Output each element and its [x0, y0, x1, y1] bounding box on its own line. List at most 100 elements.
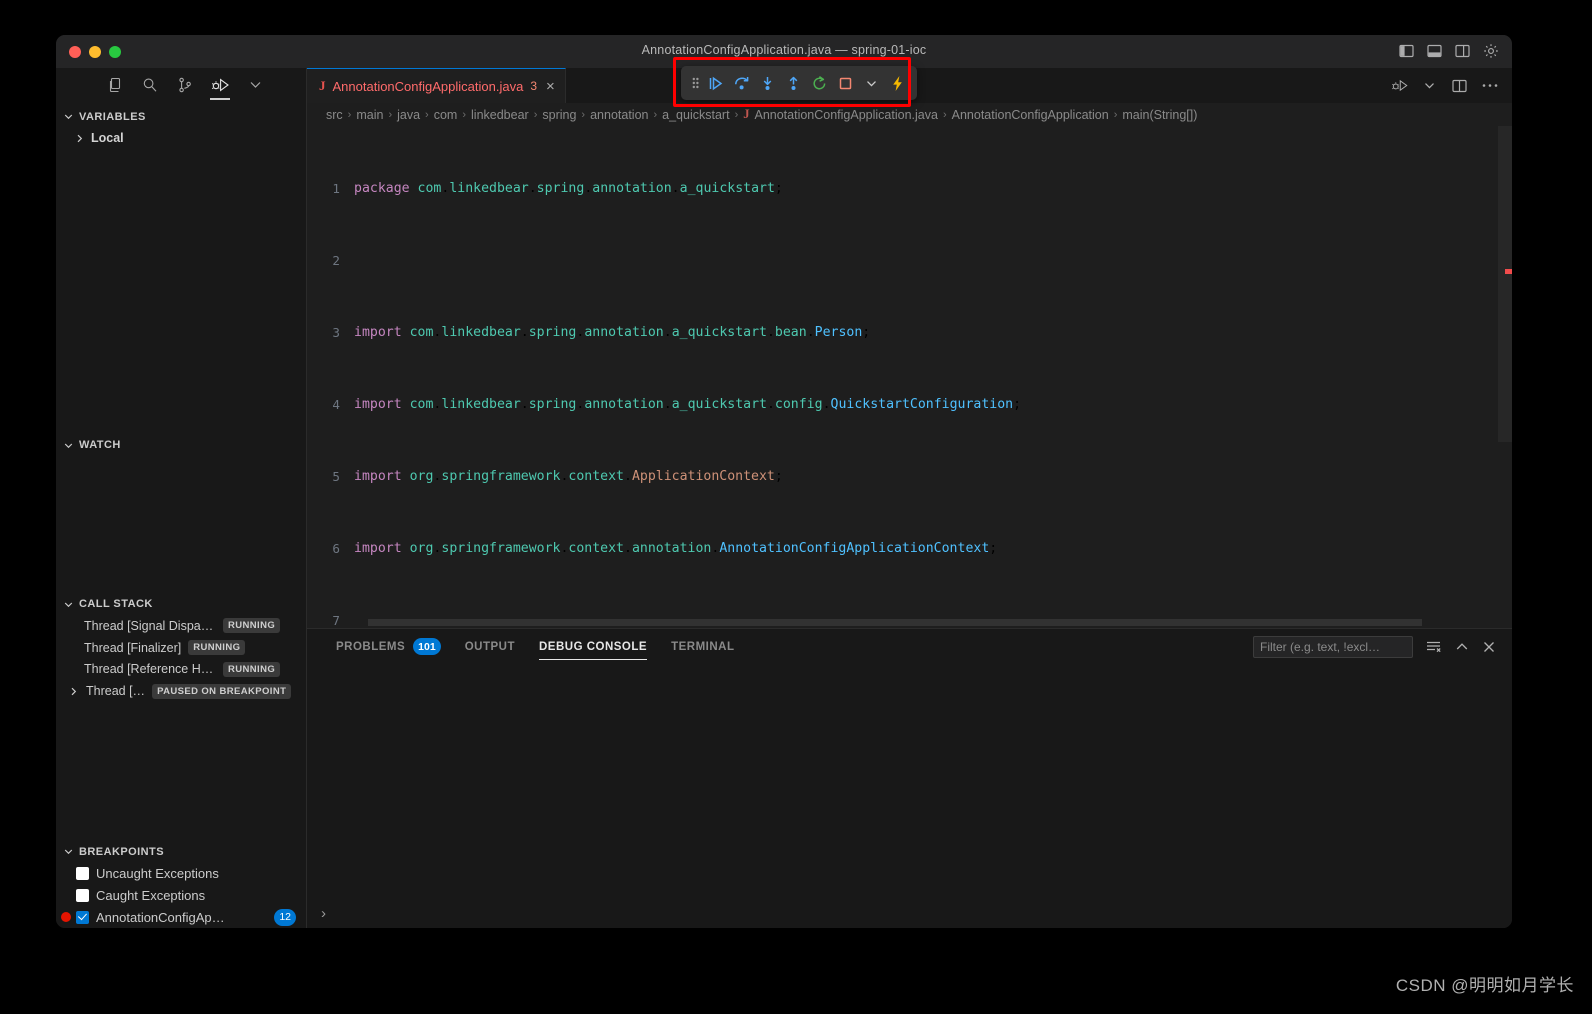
line-number: 5 — [332, 469, 340, 484]
chevron-down-icon — [63, 111, 74, 122]
breadcrumb-item[interactable]: linkedbear — [471, 108, 529, 122]
split-editor-icon[interactable] — [1451, 77, 1468, 94]
panel-tab-debug-console[interactable]: DEBUG CONSOLE — [527, 629, 659, 664]
step-out-icon[interactable] — [780, 70, 806, 96]
window-body: VARIABLES Local WATCH CALL STACK Thread … — [56, 68, 1512, 928]
breadcrumb-separator-icon: › — [388, 108, 393, 121]
debug-sidebar: VARIABLES Local WATCH CALL STACK Thread … — [56, 68, 307, 928]
chevron-down-icon — [63, 440, 74, 451]
breadcrumb-item-class[interactable]: AnnotationConfigApplication — [952, 108, 1109, 122]
breadcrumb-separator-icon: › — [1113, 108, 1118, 121]
close-panel-icon[interactable] — [1482, 640, 1496, 654]
step-into-icon[interactable] — [754, 70, 780, 96]
breadcrumb-item[interactable]: spring — [542, 108, 576, 122]
editor-actions-more-icon[interactable] — [1481, 77, 1498, 94]
section-breakpoints-header[interactable]: BREAKPOINTS — [56, 841, 306, 863]
chevron-right-icon — [74, 133, 85, 144]
watch-body-empty — [56, 456, 306, 593]
breadcrumb-item[interactable]: src — [326, 108, 343, 122]
line-number: 7 — [332, 613, 340, 628]
breadcrumb-separator-icon: › — [581, 108, 586, 121]
breakpoint-row-uncaught-exceptions[interactable]: Uncaught Exceptions — [56, 863, 306, 885]
watermark-text: CSDN @明明如月学长 — [1395, 976, 1574, 995]
thread-label: Thread [Signal Dispatc… — [84, 618, 216, 633]
panel-tab-problems[interactable]: PROBLEMS 101 — [324, 629, 453, 664]
drag-handle-icon[interactable] — [688, 70, 702, 96]
callstack-thread-row[interactable]: Thread [Signal Dispatc… RUNNING — [56, 615, 306, 637]
thread-label: Thread [… — [86, 684, 146, 699]
breakpoint-checkbox[interactable] — [76, 910, 89, 924]
console-filter-input[interactable] — [1260, 639, 1406, 654]
editor-area: J AnnotationConfigApplication.java 3 × s… — [307, 68, 1512, 928]
settings-gear-icon[interactable] — [1482, 42, 1499, 59]
chevron-right-icon[interactable] — [68, 686, 79, 697]
scrollbar-thumb[interactable] — [1498, 126, 1512, 442]
chevron-down-icon[interactable] — [1421, 77, 1438, 94]
breakpoint-row-file[interactable]: AnnotationConfigApplicati… 12 — [56, 906, 306, 928]
breadcrumb-item[interactable]: com — [434, 108, 458, 122]
step-over-icon[interactable] — [728, 70, 754, 96]
editor-scrollbar[interactable] — [1498, 126, 1512, 628]
maximize-panel-icon[interactable] — [1455, 640, 1469, 654]
section-watch-header[interactable]: WATCH — [56, 435, 306, 457]
breadcrumb-item[interactable]: annotation — [590, 108, 648, 122]
sidebar-toolbar — [56, 68, 306, 106]
toggle-panel-icon[interactable] — [1426, 42, 1443, 59]
continue-icon[interactable] — [702, 70, 728, 96]
section-variables-header[interactable]: VARIABLES — [56, 106, 306, 128]
toggle-primary-sidebar-icon[interactable] — [1398, 42, 1415, 59]
explorer-icon[interactable] — [104, 74, 126, 100]
search-icon[interactable] — [139, 74, 161, 100]
console-filter-box[interactable] — [1253, 635, 1413, 658]
bottom-panel: PROBLEMS 101 OUTPUT DEBUG CONSOLE TERMIN… — [307, 628, 1512, 928]
toggle-secondary-sidebar-icon[interactable] — [1454, 42, 1471, 59]
code-line: 1 package com.linkedbear.spring.annotatio… — [307, 180, 1512, 198]
source-control-icon[interactable] — [174, 74, 196, 100]
callstack-thread-row[interactable]: Thread [Finalizer] RUNNING — [56, 637, 306, 659]
section-callstack-header[interactable]: CALL STACK — [56, 593, 306, 615]
section-variables-title: VARIABLES — [79, 110, 146, 123]
breadcrumb-separator-icon: › — [942, 108, 947, 121]
editor-tab-annotationconfigapplication[interactable]: J AnnotationConfigApplication.java 3 × — [307, 68, 566, 103]
panel-tab-output[interactable]: OUTPUT — [453, 629, 527, 664]
restart-icon[interactable] — [806, 70, 832, 96]
breadcrumb-item-file[interactable]: AnnotationConfigApplication.java — [754, 108, 937, 122]
editor-tab-actions — [1391, 68, 1512, 103]
breadcrumb-item[interactable]: java — [397, 108, 420, 122]
variables-item-local[interactable]: Local — [56, 127, 306, 149]
breadcrumb-separator-icon: › — [653, 108, 658, 121]
clear-console-icon[interactable] — [1426, 640, 1442, 654]
code-line: 6 import org.springframework.context.anno… — [307, 540, 1512, 558]
thread-state-badge: RUNNING — [223, 618, 281, 634]
chevron-down-icon — [63, 599, 74, 610]
callstack-thread-row[interactable]: Thread [Reference Han… RUNNING — [56, 659, 306, 681]
breakpoint-checkbox[interactable] — [76, 867, 89, 880]
hot-reload-icon[interactable] — [884, 70, 910, 96]
editor-horizontal-scrollbar[interactable] — [368, 619, 1422, 626]
breakpoint-row-caught-exceptions[interactable]: Caught Exceptions — [56, 884, 306, 906]
stop-icon[interactable] — [832, 70, 858, 96]
title-bar: AnnotationConfigApplication.java — sprin… — [56, 35, 1512, 68]
console-input-prompt[interactable]: › — [321, 905, 326, 922]
vscode-window: AnnotationConfigApplication.java — sprin… — [56, 35, 1512, 928]
breadcrumb-item[interactable]: a_quickstart — [662, 108, 729, 122]
breadcrumb-item[interactable]: main — [356, 108, 383, 122]
more-views-chevron-icon[interactable] — [244, 74, 266, 100]
editor-tab-label: AnnotationConfigApplication.java — [332, 78, 524, 94]
debug-floating-toolbar[interactable] — [681, 66, 917, 100]
chevron-down-icon[interactable] — [858, 70, 884, 96]
panel-actions — [1253, 635, 1512, 658]
code-editor[interactable]: 1 package com.linkedbear.spring.annotatio… — [307, 126, 1512, 628]
breadcrumb-item-method[interactable]: main(String[]) — [1122, 108, 1197, 122]
breadcrumb: src › main › java › com › linkedbear › s… — [307, 103, 1512, 126]
run-and-debug-icon[interactable] — [209, 74, 231, 100]
run-or-debug-icon[interactable] — [1391, 77, 1408, 94]
panel-tab-terminal[interactable]: TERMINAL — [659, 629, 746, 664]
debug-console-output[interactable]: › — [307, 664, 1512, 928]
panel-tab-label: PROBLEMS — [336, 640, 406, 653]
callstack-body-empty — [56, 702, 306, 841]
breakpoint-checkbox[interactable] — [76, 888, 89, 902]
close-tab-icon[interactable]: × — [546, 79, 555, 94]
line-number: 3 — [332, 325, 340, 340]
callstack-thread-row-paused[interactable]: Thread [… PAUSED ON BREAKPOINT — [56, 680, 306, 702]
